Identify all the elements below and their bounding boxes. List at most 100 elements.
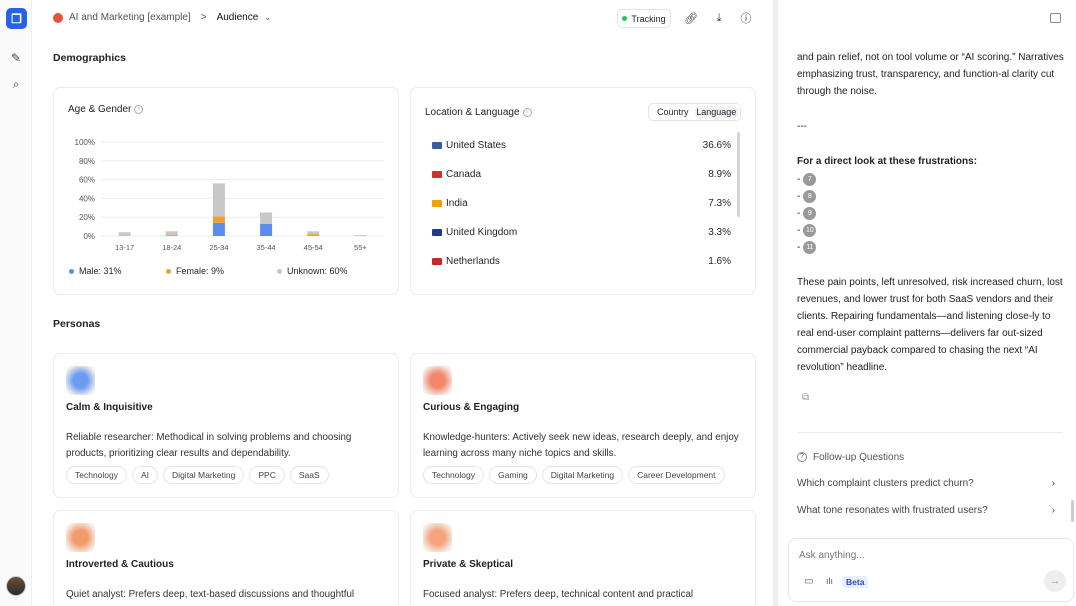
persona-tag[interactable]: Career Development xyxy=(628,466,725,484)
flag-icon xyxy=(432,199,442,207)
flag-icon xyxy=(432,257,442,265)
list-dash: - xyxy=(797,225,801,236)
location-row[interactable]: Canada 8.9% xyxy=(426,163,731,185)
location-percent: 8.9% xyxy=(708,168,731,180)
persona-tag[interactable]: Gaming xyxy=(489,466,537,484)
x-tick-label: 55+ xyxy=(354,243,367,252)
breadcrumb-page[interactable]: Audience xyxy=(217,12,259,23)
list-dash: - xyxy=(797,191,801,202)
info-icon[interactable]: i xyxy=(522,107,532,117)
legend-item: Unknown: 60% xyxy=(277,266,348,276)
persona-tag[interactable]: Technology xyxy=(66,466,128,484)
y-tick-label: 80% xyxy=(79,157,95,166)
persona-tag[interactable]: Digital Marketing xyxy=(541,466,624,484)
send-button[interactable]: → xyxy=(1044,570,1066,592)
x-tick-label: 13-17 xyxy=(115,243,134,252)
reference-number[interactable]: 8 xyxy=(803,190,817,203)
legend-item: Female: 9% xyxy=(166,266,224,276)
legend-label: Unknown: 60% xyxy=(287,266,348,276)
legend-label: Male: 31% xyxy=(79,266,122,276)
breadcrumb-project[interactable]: AI and Marketing [example] xyxy=(69,12,191,23)
book-icon[interactable]: ▭ xyxy=(804,576,813,587)
bar-segment-female[interactable] xyxy=(307,234,320,236)
scrollbar[interactable] xyxy=(1071,500,1074,522)
bar-segment-unknown[interactable] xyxy=(165,231,178,236)
breadcrumb-separator: > xyxy=(200,12,207,23)
reference-item[interactable]: -10 xyxy=(797,222,817,239)
chevron-down-icon[interactable]: ⌄ xyxy=(264,13,271,22)
bar-segment-male[interactable] xyxy=(212,222,225,236)
reference-item[interactable]: -8 xyxy=(797,188,817,205)
persona-tag[interactable]: AI xyxy=(132,466,159,484)
left-rail: ❒ ✎ ⌕ xyxy=(0,0,32,606)
location-name: United Kingdom xyxy=(446,226,518,238)
avatar[interactable] xyxy=(6,576,26,596)
scrollbar[interactable] xyxy=(737,132,740,217)
separator xyxy=(797,432,1063,433)
location-row[interactable]: Netherlands 1.6% xyxy=(426,250,731,272)
ask-box: ▭ ılı Beta → xyxy=(788,538,1074,602)
persona-tag[interactable]: PPC xyxy=(249,466,285,484)
reference-number[interactable]: 10 xyxy=(803,224,817,237)
persona-avatar-icon xyxy=(423,366,452,395)
persona-card[interactable]: Curious & Engaging Knowledge-hunters: Act… xyxy=(410,353,756,498)
ask-input[interactable] xyxy=(799,547,1039,563)
persona-tag[interactable]: Technology xyxy=(423,466,485,484)
reference-number[interactable]: 7 xyxy=(803,173,817,186)
search-icon[interactable]: ⌕ xyxy=(9,77,23,91)
reference-item[interactable]: -11 xyxy=(797,239,817,256)
reference-item[interactable]: -9 xyxy=(797,205,817,222)
bar-segment-female[interactable] xyxy=(165,235,178,237)
location-row[interactable]: United Kingdom 3.3% xyxy=(426,221,731,243)
persona-description: Knowledge-hunters: Actively seek new ide… xyxy=(423,432,739,459)
chat-paragraph-2: These pain points, left unresolved, risk… xyxy=(797,277,1063,373)
legend-dot xyxy=(277,268,282,274)
bar-segment-unknown[interactable] xyxy=(212,183,225,217)
persona-avatar-icon xyxy=(66,523,95,552)
chart-icon[interactable]: ılı xyxy=(826,576,833,586)
info-icon[interactable]: ⓘ xyxy=(739,11,753,25)
followup-question[interactable]: Which complaint clusters predict churn? › xyxy=(797,478,1055,489)
bar-segment-unknown[interactable] xyxy=(118,232,131,236)
toggle-country[interactable]: Country xyxy=(651,106,695,118)
bar-segment-unknown[interactable] xyxy=(307,231,320,235)
panel-toggle-icon[interactable] xyxy=(1050,13,1061,23)
reference-item[interactable]: -7 xyxy=(797,171,817,188)
toggle-language[interactable]: Language xyxy=(694,106,738,118)
y-tick-label: 20% xyxy=(79,213,95,222)
persona-card[interactable]: Calm & Inquisitive Reliable researcher: M… xyxy=(53,353,399,498)
y-tick-label: 100% xyxy=(75,138,95,147)
persona-card[interactable]: Private & Skeptical Focused analyst: Pref… xyxy=(410,510,756,606)
reference-number[interactable]: 9 xyxy=(803,207,817,220)
tracking-badge[interactable]: Tracking xyxy=(617,9,671,28)
legend-item: Male: 31% xyxy=(69,266,122,276)
location-row[interactable]: India 7.3% xyxy=(426,192,731,214)
bar-segment-female[interactable] xyxy=(212,216,225,223)
persona-tag[interactable]: Digital Marketing xyxy=(163,466,245,484)
app-logo-icon[interactable]: ❒ xyxy=(6,8,27,29)
location-row[interactable]: United States 36.6% xyxy=(426,134,731,156)
location-name: United States xyxy=(446,139,507,151)
new-chat-icon[interactable]: ✎ xyxy=(9,51,23,65)
chevron-right-icon: › xyxy=(1051,505,1055,516)
persona-name: Introverted & Cautious xyxy=(66,559,174,570)
x-tick-label: 45-54 xyxy=(304,243,323,252)
flag-icon xyxy=(432,170,442,178)
bar-segment-male[interactable] xyxy=(260,223,273,236)
top-bar: AI and Marketing [example] > Audience ⌄ … xyxy=(33,0,773,36)
persona-card[interactable]: Introverted & Cautious Quiet analyst: Pre… xyxy=(53,510,399,606)
bar-segment-unknown[interactable] xyxy=(354,235,367,237)
persona-description: Focused analyst: Prefers deep, technical… xyxy=(423,589,694,600)
persona-avatar-icon xyxy=(66,366,95,395)
reference-number[interactable]: 11 xyxy=(803,241,817,254)
bar-segment-unknown[interactable] xyxy=(260,212,273,224)
persona-tag[interactable]: SaaS xyxy=(289,466,329,484)
followup-question[interactable]: What tone resonates with frustrated user… xyxy=(797,505,1055,516)
link-icon[interactable]: 🔗︎ xyxy=(684,11,698,25)
y-tick-label: 0% xyxy=(83,232,95,241)
copy-icon[interactable]: ⧉ xyxy=(802,392,812,403)
download-icon[interactable]: ⤓ xyxy=(712,11,726,25)
flag-icon xyxy=(432,228,442,236)
chat-divider: --- xyxy=(797,121,807,132)
persona-name: Private & Skeptical xyxy=(423,559,514,570)
